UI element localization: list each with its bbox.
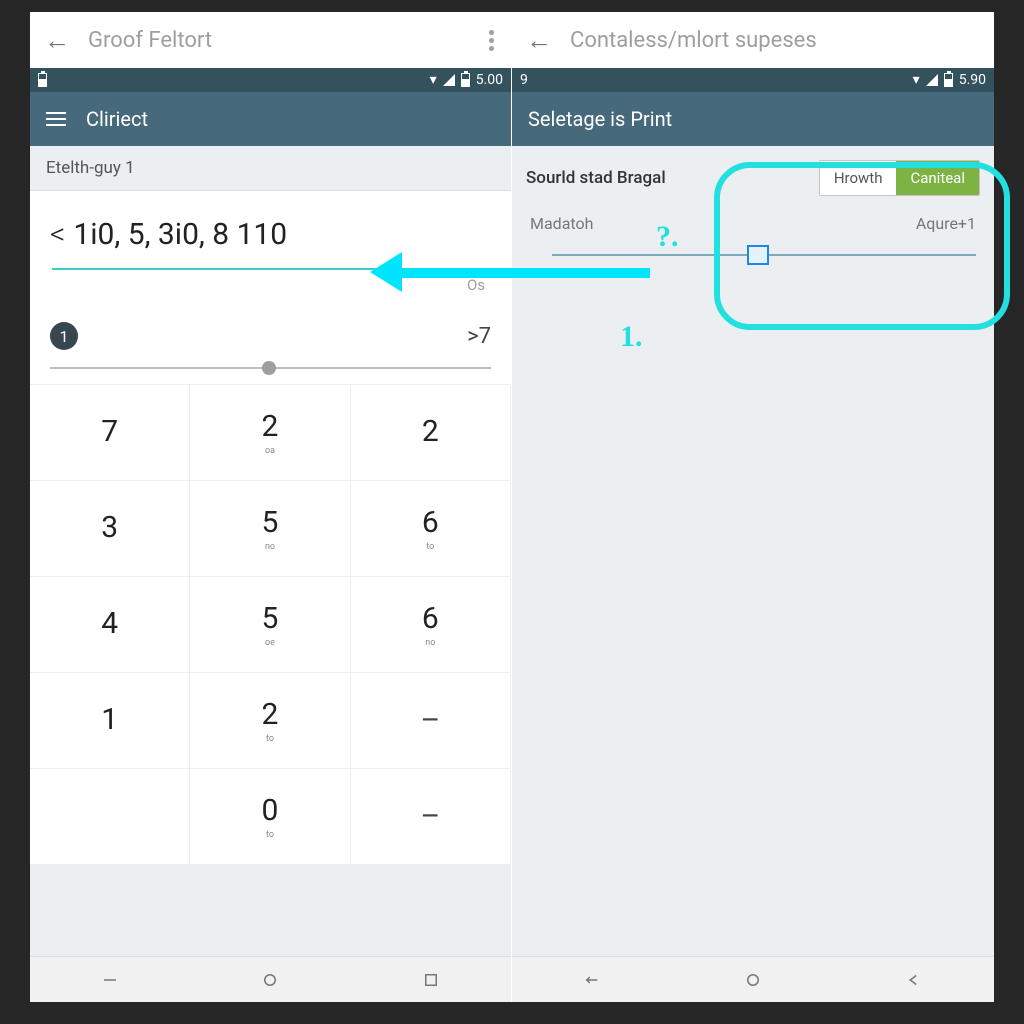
- keypad: 7 2oa 2 3 5no 6to 4 5oe 6no 1 2to – 0to: [30, 384, 511, 864]
- key-6b[interactable]: 6no: [351, 576, 511, 672]
- clock-left: 5.00: [476, 72, 503, 88]
- nav-back-icon[interactable]: [583, 971, 601, 989]
- key-6a[interactable]: 6to: [351, 480, 511, 576]
- wifi-icon: ▾: [913, 72, 920, 88]
- key-2a[interactable]: 2oa: [190, 384, 350, 480]
- phone-left: ← Groof Feltort ▾ 5.00 Cliriect Etelth-g…: [30, 12, 512, 1002]
- android-navbar-left: [30, 956, 511, 1002]
- slider-min-label: Madatoh: [530, 214, 593, 233]
- key-5b[interactable]: 5oe: [190, 576, 350, 672]
- content-left: Etelth-guy 1 < 1i0, 5, 3i0, 8 110 Os 1 >…: [30, 146, 511, 956]
- wifi-icon: ▾: [430, 72, 437, 88]
- key-1[interactable]: 1: [30, 672, 190, 768]
- key-dash-a[interactable]: –: [351, 672, 511, 768]
- topnav-title-right: Contaless/mlort supeses: [556, 28, 984, 53]
- appbar-left: Cliriect: [30, 92, 511, 146]
- appbar-right: Seletage is Print: [512, 92, 994, 146]
- slider-max-label: Aqure+1: [916, 214, 976, 233]
- display-area: < 1i0, 5, 3i0, 8 110 Os: [30, 191, 511, 298]
- key-0[interactable]: 0to: [190, 768, 350, 864]
- android-navbar-right: [512, 956, 994, 1002]
- nav-home-icon[interactable]: [261, 971, 279, 989]
- hamburger-icon[interactable]: [46, 112, 66, 126]
- display-sub: Os: [50, 276, 491, 294]
- overflow-menu-icon[interactable]: [481, 30, 501, 51]
- step-badge[interactable]: 1: [50, 322, 78, 350]
- status-bar-left: ▾ 5.00: [30, 68, 511, 92]
- display-value[interactable]: 1i0, 5, 3i0, 8 110: [73, 217, 287, 252]
- toggle-row: Sourld stad Bragal Hrowth Caniteal: [512, 146, 994, 210]
- signal-icon: [926, 74, 938, 86]
- display-prefix: <: [50, 217, 65, 252]
- slider-row: 1 >7: [30, 298, 511, 358]
- key-empty[interactable]: [30, 768, 190, 864]
- appbar-title-right: Seletage is Print: [528, 107, 672, 131]
- battery-icon: [944, 73, 953, 87]
- slider-labels: Madatoh Aqure+1: [512, 210, 994, 233]
- key-3[interactable]: 3: [30, 480, 190, 576]
- signal-icon: [443, 74, 455, 86]
- back-icon[interactable]: ←: [522, 25, 556, 56]
- clock-right: 5.90: [959, 72, 986, 88]
- topnav-title-left: Groof Feltort: [74, 28, 481, 53]
- nav-recent-icon[interactable]: [422, 971, 440, 989]
- key-dash-b[interactable]: –: [351, 768, 511, 864]
- nav-back-icon[interactable]: [101, 971, 119, 989]
- topnav-right: ← Contaless/mlort supeses: [512, 12, 994, 68]
- topnav-left: ← Groof Feltort: [30, 12, 511, 68]
- section-label: Etelth-guy 1: [30, 146, 511, 191]
- right-slider[interactable]: [552, 243, 976, 267]
- range-slider[interactable]: [50, 358, 491, 378]
- appbar-title-left: Cliriect: [86, 107, 148, 131]
- back-icon[interactable]: ←: [40, 25, 74, 56]
- key-7[interactable]: 7: [30, 384, 190, 480]
- slider-thumb-icon[interactable]: [262, 361, 276, 375]
- key-2c[interactable]: 2to: [190, 672, 350, 768]
- status-bar-right: 9 ▾ 5.90: [512, 68, 994, 92]
- phone-right: ← Contaless/mlort supeses 9 ▾ 5.90 Selet…: [512, 12, 994, 1002]
- input-underline: [52, 268, 489, 270]
- toggle-hrowth[interactable]: Hrowth: [820, 161, 897, 195]
- segment-toggle: Hrowth Caniteal: [819, 160, 980, 196]
- status-left-text: 9: [520, 72, 528, 88]
- battery-icon: [461, 73, 470, 87]
- key-4[interactable]: 4: [30, 576, 190, 672]
- right-slider-thumb-icon[interactable]: [747, 245, 769, 265]
- battery-saver-icon: [38, 73, 47, 87]
- key-5a[interactable]: 5no: [190, 480, 350, 576]
- toggle-caniteal[interactable]: Caniteal: [896, 161, 979, 195]
- key-2b[interactable]: 2: [351, 384, 511, 480]
- content-right: Sourld stad Bragal Hrowth Caniteal Madat…: [512, 146, 994, 956]
- input-card: < 1i0, 5, 3i0, 8 110 Os 1 >7 7: [30, 191, 511, 864]
- nav-recent-icon[interactable]: [905, 971, 923, 989]
- nav-home-icon[interactable]: [744, 971, 762, 989]
- slider-right-label: >7: [467, 324, 491, 349]
- row-label: Sourld stad Bragal: [526, 168, 666, 188]
